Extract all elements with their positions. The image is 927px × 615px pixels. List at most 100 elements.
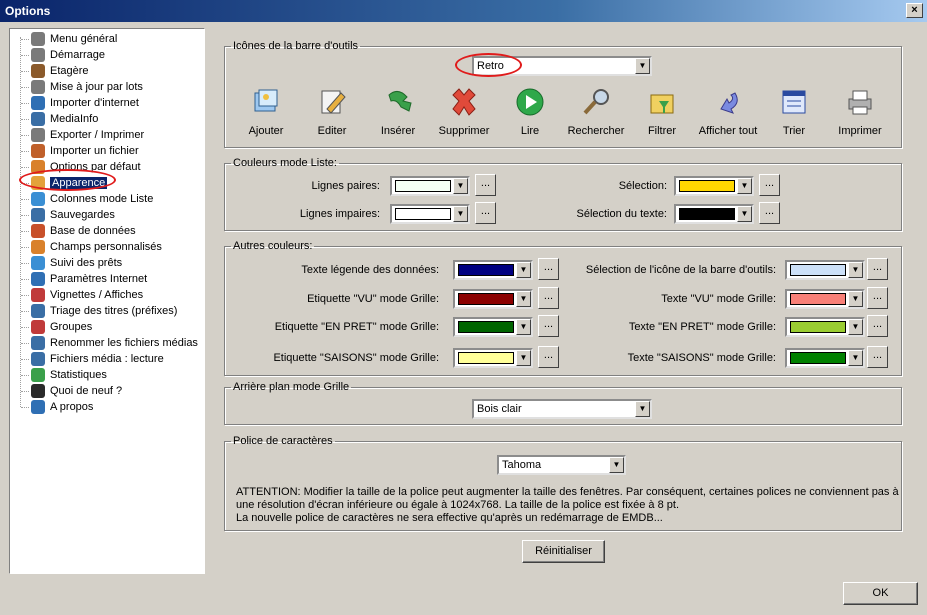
chevron-down-icon[interactable]: ▼ — [737, 206, 752, 222]
lines-even-more-button[interactable]: ... — [475, 174, 496, 196]
reset-button[interactable]: Réinitialiser — [522, 540, 605, 563]
ok-button[interactable]: OK — [843, 582, 918, 605]
lines-even-color-select[interactable]: ▼ — [390, 176, 470, 196]
tree-item-gear-6[interactable]: Exporter / Imprimer — [20, 127, 204, 143]
tree-item-columns-10[interactable]: Colonnes mode Liste — [20, 191, 204, 207]
add-icon — [251, 87, 281, 117]
toolbar-icons-legend: Icônes de la barre d'outils — [233, 40, 359, 52]
tree-item-group-18[interactable]: Groupes — [20, 319, 204, 335]
toolbar-theme-select[interactable]: Retro ▼ — [472, 56, 652, 76]
tree-item-label: Importer d'internet — [50, 97, 139, 109]
tree-item-globe-15[interactable]: Paramètres Internet — [20, 271, 204, 287]
tree-item-label: Vignettes / Affiches — [50, 289, 144, 301]
tree-item-import-7[interactable]: Importer un fichier — [20, 143, 204, 159]
selection-text-color-select[interactable]: ▼ — [674, 204, 754, 224]
tree-item-shelf-2[interactable]: Etagère — [20, 63, 204, 79]
tree-item-user-8[interactable]: Options par défaut — [20, 159, 204, 175]
other-color-left-select[interactable]: ▼ — [453, 289, 533, 309]
tree-item-rename-19[interactable]: Renommer les fichiers médias — [20, 335, 204, 351]
tree-item-about-23[interactable]: A propos — [20, 399, 204, 415]
other-color-left-label: Etiquette "EN PRET" mode Grille: — [274, 321, 439, 333]
chevron-down-icon[interactable]: ▼ — [848, 262, 863, 278]
stats-icon — [31, 368, 45, 382]
other-color-right-select[interactable]: ▼ — [785, 289, 865, 309]
chevron-down-icon[interactable]: ▼ — [635, 401, 650, 417]
window-titlebar: Options × — [0, 0, 927, 22]
toolbar-show-all-button[interactable]: Afficher tout — [692, 87, 764, 137]
selection-more-button[interactable]: ... — [759, 174, 780, 196]
toolbar-button-label: Imprimer — [838, 125, 882, 137]
other-color-left-select[interactable]: ▼ — [453, 260, 533, 280]
chevron-down-icon[interactable]: ▼ — [737, 178, 752, 194]
other-color-swatch — [790, 293, 846, 305]
tree-item-stats-21[interactable]: Statistiques — [20, 367, 204, 383]
tree-item-sort-17[interactable]: Triage des titres (préfixes) — [20, 303, 204, 319]
chevron-down-icon[interactable]: ▼ — [516, 350, 531, 366]
tree-item-save-11[interactable]: Sauvegardes — [20, 207, 204, 223]
rename-icon — [31, 336, 45, 350]
other-color-left-more-button[interactable]: ... — [538, 287, 559, 309]
font-select[interactable]: Tahoma ▼ — [497, 455, 626, 475]
other-color-left-more-button[interactable]: ... — [538, 258, 559, 280]
attention-line: ATTENTION: Modifier la taille de la poli… — [236, 486, 899, 498]
other-color-left-select[interactable]: ▼ — [453, 317, 533, 337]
options-tree[interactable]: Menu général Démarrage Etagère Mise à jour … — [9, 28, 205, 574]
tree-item-label: Apparence — [50, 177, 108, 189]
lines-even-label: Lignes paires: — [311, 180, 381, 192]
other-color-right-select[interactable]: ▼ — [785, 348, 865, 368]
columns-icon — [31, 192, 45, 206]
toolbar-filter-button[interactable]: Filtrer — [626, 87, 698, 137]
gear-icon — [31, 80, 45, 94]
chevron-down-icon[interactable]: ▼ — [516, 319, 531, 335]
chevron-down-icon[interactable]: ▼ — [516, 262, 531, 278]
tree-item-label: Suivi des prêts — [50, 257, 123, 269]
other-color-left-select[interactable]: ▼ — [453, 348, 533, 368]
other-color-right-more-button[interactable]: ... — [867, 315, 888, 337]
other-color-right-select[interactable]: ▼ — [785, 260, 865, 280]
selection-text-more-button[interactable]: ... — [759, 202, 780, 224]
tree-item-globe-4[interactable]: Importer d'internet — [20, 95, 204, 111]
chevron-down-icon[interactable]: ▼ — [848, 350, 863, 366]
loan-icon — [31, 256, 45, 270]
tree-item-news-22[interactable]: Quoi de neuf ? — [20, 383, 204, 399]
other-color-left-more-button[interactable]: ... — [538, 346, 559, 368]
close-button[interactable]: × — [906, 3, 923, 18]
toolbar-edit-button[interactable]: Editer — [296, 87, 368, 137]
tree-item-gear-0[interactable]: Menu général — [20, 31, 204, 47]
chevron-down-icon[interactable]: ▼ — [453, 206, 468, 222]
toolbar-add-button[interactable]: Ajouter — [230, 87, 302, 137]
tree-item-media-20[interactable]: Fichiers média : lecture — [20, 351, 204, 367]
tree-item-user-13[interactable]: Champs personnalisés — [20, 239, 204, 255]
lines-odd-more-button[interactable]: ... — [475, 202, 496, 224]
toolbar-play-button[interactable]: Lire — [494, 87, 566, 137]
attention-line: La nouvelle police de caractères ne sera… — [236, 512, 663, 524]
tree-item-gear-1[interactable]: Démarrage — [20, 47, 204, 63]
other-color-right-more-button[interactable]: ... — [867, 287, 888, 309]
chevron-down-icon[interactable]: ▼ — [848, 319, 863, 335]
tree-item-thumbnails-16[interactable]: Vignettes / Affiches — [20, 287, 204, 303]
chevron-down-icon[interactable]: ▼ — [516, 291, 531, 307]
tree-item-palette-9[interactable]: Apparence — [20, 175, 204, 191]
chevron-down-icon[interactable]: ▼ — [609, 457, 624, 473]
other-color-right-more-button[interactable]: ... — [867, 346, 888, 368]
chevron-down-icon[interactable]: ▼ — [635, 58, 650, 74]
toolbar-delete-button[interactable]: Supprimer — [428, 87, 500, 137]
tree-item-info-5[interactable]: MediaInfo — [20, 111, 204, 127]
toolbar-print-button[interactable]: Imprimer — [824, 87, 896, 137]
toolbar-search-button[interactable]: Rechercher — [560, 87, 632, 137]
lines-odd-color-select[interactable]: ▼ — [390, 204, 470, 224]
tree-item-database-12[interactable]: Base de données — [20, 223, 204, 239]
tree-item-gear-3[interactable]: Mise à jour par lots — [20, 79, 204, 95]
selection-color-select[interactable]: ▼ — [674, 176, 754, 196]
other-color-right-select[interactable]: ▼ — [785, 317, 865, 337]
tree-item-label: Mise à jour par lots — [50, 81, 143, 93]
chevron-down-icon[interactable]: ▼ — [453, 178, 468, 194]
toolbar-sort-button[interactable]: Trier — [758, 87, 830, 137]
chevron-down-icon[interactable]: ▼ — [848, 291, 863, 307]
tree-item-loan-14[interactable]: Suivi des prêts — [20, 255, 204, 271]
toolbar-insert-button[interactable]: Insérer — [362, 87, 434, 137]
other-color-left-more-button[interactable]: ... — [538, 315, 559, 337]
grid-background-select[interactable]: Bois clair ▼ — [472, 399, 652, 419]
edit-icon — [317, 87, 347, 117]
other-color-right-more-button[interactable]: ... — [867, 258, 888, 280]
